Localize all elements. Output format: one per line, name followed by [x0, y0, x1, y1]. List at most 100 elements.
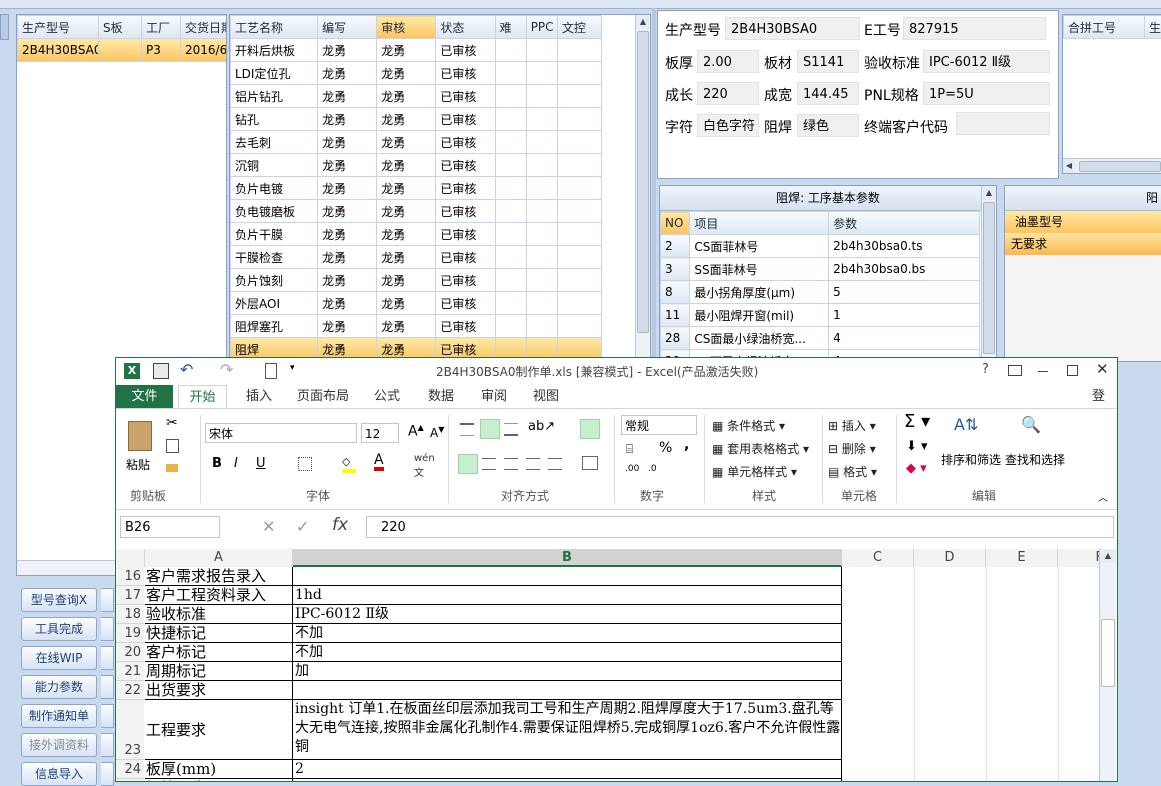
qat-customize-icon[interactable]: ▾	[290, 363, 295, 373]
cell-styles-button[interactable]: ▦ 单元格样式 ▾	[712, 463, 797, 480]
format-cells-button[interactable]: ▤ 格式 ▾	[828, 463, 877, 480]
col-combo-extra[interactable]: 生	[1145, 16, 1161, 39]
col-reviewer[interactable]: 审核	[377, 16, 436, 39]
length-field[interactable]: 220	[697, 82, 759, 105]
scroll-thumb[interactable]	[637, 31, 649, 333]
name-box[interactable]: B26	[120, 516, 220, 538]
col-header-b[interactable]: B	[293, 549, 842, 567]
grow-font-icon[interactable]: A▲	[408, 423, 424, 440]
percent-icon[interactable]: %	[659, 440, 672, 456]
cell-b[interactable]: insight 订单1.在板面丝印层添加我司工号和生产周期2.阻焊厚度大于17.…	[293, 700, 842, 760]
param-row[interactable]: 2CS面菲林号2b4h30bsa0.ts	[661, 235, 980, 258]
col-author[interactable]: 编写	[318, 16, 377, 39]
col-process-name[interactable]: 工艺名称	[231, 16, 318, 39]
tab-formulas[interactable]: 公式	[368, 385, 406, 408]
clear-icon[interactable]: ◆ ▾	[906, 461, 927, 476]
process-row[interactable]: 负电镀磨板龙勇龙勇已审核	[231, 200, 602, 223]
col-doc-control[interactable]: 文控	[557, 16, 601, 39]
minimize-icon[interactable]	[1038, 371, 1048, 372]
confirm-entry-icon[interactable]: ✓	[296, 517, 309, 536]
fill-icon[interactable]: ⬇ ▾	[906, 439, 928, 454]
process-row[interactable]: 外层AOI龙勇龙勇已审核	[231, 292, 602, 315]
ink-header[interactable]: 油墨型号	[1005, 211, 1161, 233]
external-data-extra-button[interactable]	[101, 733, 114, 757]
orientation-icon[interactable]: ab↗	[528, 419, 555, 434]
solder-mask-field[interactable]: 绿色	[797, 114, 859, 137]
sheet-scroll-thumb[interactable]	[1101, 619, 1115, 687]
tab-file[interactable]: 文件	[116, 385, 173, 408]
width-field[interactable]: 144.45	[797, 82, 859, 105]
thickness-field[interactable]: 2.00	[697, 50, 759, 73]
capability-params-button[interactable]: 能力参数	[21, 675, 97, 699]
decrease-indent-icon[interactable]	[526, 458, 540, 470]
cell-a[interactable]: 板厚(mm)	[145, 760, 293, 779]
tab-view[interactable]: 视图	[527, 385, 565, 408]
font-size-box[interactable]: 12	[361, 423, 399, 443]
col-header-e[interactable]: E	[986, 549, 1058, 567]
cell-b[interactable]: 2	[293, 760, 842, 779]
format-painter-icon[interactable]	[166, 464, 178, 472]
process-row[interactable]: 负片蚀刻龙勇龙勇已审核	[231, 269, 602, 292]
model-query-extra-button[interactable]	[101, 588, 114, 612]
col-model[interactable]: 生产型号	[18, 16, 99, 39]
ribbon-display-icon[interactable]	[1008, 365, 1022, 376]
process-row[interactable]: 阻焊塞孔龙勇龙勇已审核	[231, 315, 602, 338]
find-select-label[interactable]: 查找和选择	[1005, 451, 1065, 468]
external-data-button[interactable]: 接外调资料	[21, 733, 97, 757]
col-combo-no[interactable]: 合拼工号	[1064, 16, 1145, 39]
bold-icon[interactable]: B	[212, 456, 222, 471]
col-header-f[interactable]: F	[1058, 549, 1099, 567]
capability-params-extra-button[interactable]	[101, 675, 114, 699]
tool-complete-button[interactable]: 工具完成	[21, 617, 97, 641]
wrap-text-icon[interactable]	[580, 419, 600, 439]
process-row[interactable]: 开料后烘板龙勇龙勇已审核	[231, 39, 602, 62]
col-header-a[interactable]: A	[145, 549, 293, 567]
process-row[interactable]: 负片电镀龙勇龙勇已审核	[231, 177, 602, 200]
col-header-c[interactable]: C	[842, 549, 914, 567]
param-row[interactable]: 28CS面最小绿油桥宽...4	[661, 327, 980, 350]
format-as-table-button[interactable]: ▦ 套用表格格式 ▾	[712, 440, 809, 457]
insert-cells-button[interactable]: ⊞ 插入 ▾	[828, 417, 876, 434]
number-format-box[interactable]: 常规	[621, 415, 697, 435]
ink-row[interactable]: 无要求	[1005, 233, 1161, 255]
comma-icon[interactable]: ,	[684, 437, 689, 453]
align-center-icon[interactable]	[482, 458, 496, 470]
col-param[interactable]: 参数	[829, 212, 980, 235]
process-row[interactable]: 钻孔龙勇龙勇已审核	[231, 108, 602, 131]
shrink-font-icon[interactable]: A▼	[430, 425, 444, 440]
underline-icon[interactable]: U	[256, 456, 266, 471]
tab-review[interactable]: 审阅	[475, 385, 513, 408]
fill-color-icon[interactable]: ◇	[342, 455, 356, 473]
copy-icon[interactable]	[166, 439, 179, 453]
info-import-button[interactable]: 信息导入	[21, 762, 97, 786]
collapse-handle[interactable]	[0, 14, 9, 40]
cell-b[interactable]: 1hd	[293, 586, 842, 605]
tab-home[interactable]: 开始	[178, 385, 227, 409]
process-grid-vscrollbar[interactable]: ▲	[635, 15, 650, 360]
close-icon[interactable]: ✕	[1096, 360, 1109, 378]
param-row[interactable]: 3SS面菲林号2b4h30bsa0.bs	[661, 258, 980, 281]
increase-decimal-icon[interactable]: .00	[625, 464, 639, 474]
col-delivery-date[interactable]: 交货日期	[181, 16, 228, 39]
row-header[interactable]: 18	[116, 605, 144, 624]
paste-label[interactable]: 粘贴	[126, 456, 150, 473]
param-row[interactable]: 11最小阻焊开窗(mil)1	[661, 304, 980, 327]
col-no[interactable]: NO	[661, 212, 690, 235]
paste-icon[interactable]	[128, 421, 152, 451]
cell-b[interactable]	[293, 567, 842, 586]
row-header[interactable]: 22	[116, 681, 144, 700]
tab-insert[interactable]: 插入	[240, 385, 278, 408]
customer-code-field[interactable]	[956, 112, 1050, 135]
param-row[interactable]: 8最小拐角厚度(μm)5	[661, 281, 980, 304]
params-vscrollbar[interactable]: ▲	[981, 186, 996, 361]
align-bottom-icon[interactable]	[504, 423, 518, 436]
sheet-vscrollbar[interactable]: ▲	[1099, 549, 1116, 782]
collapse-ribbon-icon[interactable]: ︿	[1098, 489, 1108, 504]
combo-hscrollbar[interactable]: ◀	[1063, 158, 1161, 173]
online-wip-extra-button[interactable]	[101, 646, 114, 670]
cut-icon[interactable]: ✂	[166, 415, 178, 431]
font-color-icon[interactable]: A	[374, 453, 384, 471]
material-field[interactable]: S1141	[797, 50, 859, 73]
italic-icon[interactable]: I	[234, 456, 238, 471]
sort-filter-label[interactable]: 排序和筛选	[941, 451, 1001, 468]
